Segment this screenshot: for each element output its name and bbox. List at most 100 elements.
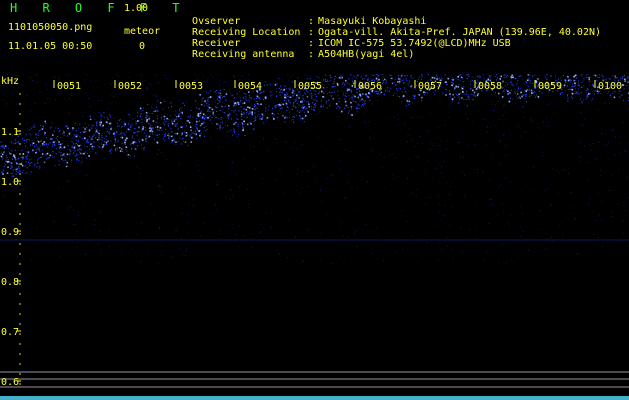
signal-dot <box>135 141 137 143</box>
signal-dot <box>249 111 251 113</box>
signal-dot <box>115 148 117 150</box>
signal-dot <box>238 133 240 135</box>
signal-dot <box>40 128 42 130</box>
signal-dot <box>51 145 53 147</box>
noise-dot <box>103 142 105 144</box>
signal-dot <box>461 87 464 90</box>
signal-dot <box>300 119 302 121</box>
signal-dot <box>478 75 480 77</box>
signal-dot <box>15 159 17 160</box>
noise-dot <box>140 172 142 174</box>
signal-dot <box>220 94 222 96</box>
signal-dot <box>72 129 74 131</box>
signal-dot <box>234 122 236 124</box>
noise-dot <box>16 103 17 105</box>
noise-dot <box>80 157 82 159</box>
signal-dot <box>624 75 625 77</box>
noise-dot <box>492 204 493 206</box>
noise-dot <box>270 212 272 214</box>
noise-dot <box>16 256 18 258</box>
noise-dot <box>385 117 387 119</box>
noise-dot <box>69 74 71 76</box>
signal-dot <box>204 105 205 107</box>
signal-dot <box>17 163 19 165</box>
signal-dot <box>127 123 129 125</box>
signal-dot <box>534 74 536 76</box>
signal-dot <box>118 120 120 122</box>
noise-dot <box>54 244 56 246</box>
signal-dot <box>193 133 195 135</box>
noise-dot <box>288 79 290 81</box>
signal-dot <box>136 135 138 137</box>
signal-dot <box>46 146 48 148</box>
noise-dot <box>273 79 275 81</box>
noise-dot <box>242 158 244 160</box>
signal-dot <box>295 107 297 109</box>
noise-dot <box>444 76 446 78</box>
noise-dot <box>247 74 249 76</box>
signal-dot <box>22 153 25 155</box>
signal-dot <box>349 113 351 115</box>
signal-dot <box>11 141 13 143</box>
noise-dot <box>214 115 216 117</box>
noise-dot <box>482 74 484 76</box>
signal-dot <box>75 142 77 144</box>
signal-dot <box>1 158 3 160</box>
signal-dot <box>571 88 574 91</box>
signal-dot <box>475 89 477 91</box>
noise-dot <box>612 211 614 213</box>
signal-dot <box>154 138 155 140</box>
noise-dot <box>179 173 181 175</box>
signal-dot <box>41 140 43 142</box>
signal-dot <box>296 103 298 104</box>
noise-dot <box>548 218 550 220</box>
signal-dot <box>101 136 103 138</box>
signal-dot <box>506 89 508 91</box>
time-tick-label: 0058 <box>478 81 502 92</box>
noise-dot <box>611 161 613 163</box>
noise-dot <box>239 250 241 252</box>
signal-dot <box>184 104 185 106</box>
signal-dot <box>518 75 520 77</box>
signal-dot <box>101 126 103 128</box>
signal-dot <box>22 156 24 158</box>
noise-dot <box>507 145 509 147</box>
signal-dot <box>156 134 158 136</box>
signal-dot <box>228 118 229 120</box>
signal-dot <box>199 119 201 121</box>
signal-dot <box>320 104 322 106</box>
noise-dot <box>346 247 348 249</box>
noise-dot <box>217 107 219 109</box>
noise-dot <box>85 253 87 255</box>
signal-dot <box>119 119 121 120</box>
signal-dot <box>271 112 274 115</box>
signal-dot <box>390 87 391 89</box>
noise-dot <box>391 174 393 176</box>
signal-dot <box>124 123 126 126</box>
signal-dot <box>389 74 391 76</box>
noise-dot <box>609 102 610 104</box>
signal-dot <box>88 155 90 157</box>
signal-dot <box>0 145 2 147</box>
noise-dot <box>112 77 114 79</box>
signal-dot <box>357 104 359 106</box>
signal-dot <box>199 112 202 114</box>
signal-dot <box>531 92 533 94</box>
signal-dot <box>137 139 139 141</box>
noise-dot <box>544 248 546 250</box>
signal-dot <box>50 126 52 128</box>
noise-dot <box>202 110 204 112</box>
noise-dot <box>91 91 93 93</box>
signal-dot <box>32 126 34 128</box>
signal-dot <box>253 98 255 100</box>
noise-dot <box>174 253 176 255</box>
meteor-label: meteor <box>124 26 161 37</box>
signal-dot <box>427 74 429 76</box>
noise-dot <box>555 76 557 78</box>
noise-dot <box>76 230 78 232</box>
noise-dot <box>320 233 322 235</box>
signal-dot <box>205 102 207 103</box>
signal-dot <box>503 74 505 76</box>
noise-dot <box>158 185 160 187</box>
noise-dot <box>610 251 612 253</box>
